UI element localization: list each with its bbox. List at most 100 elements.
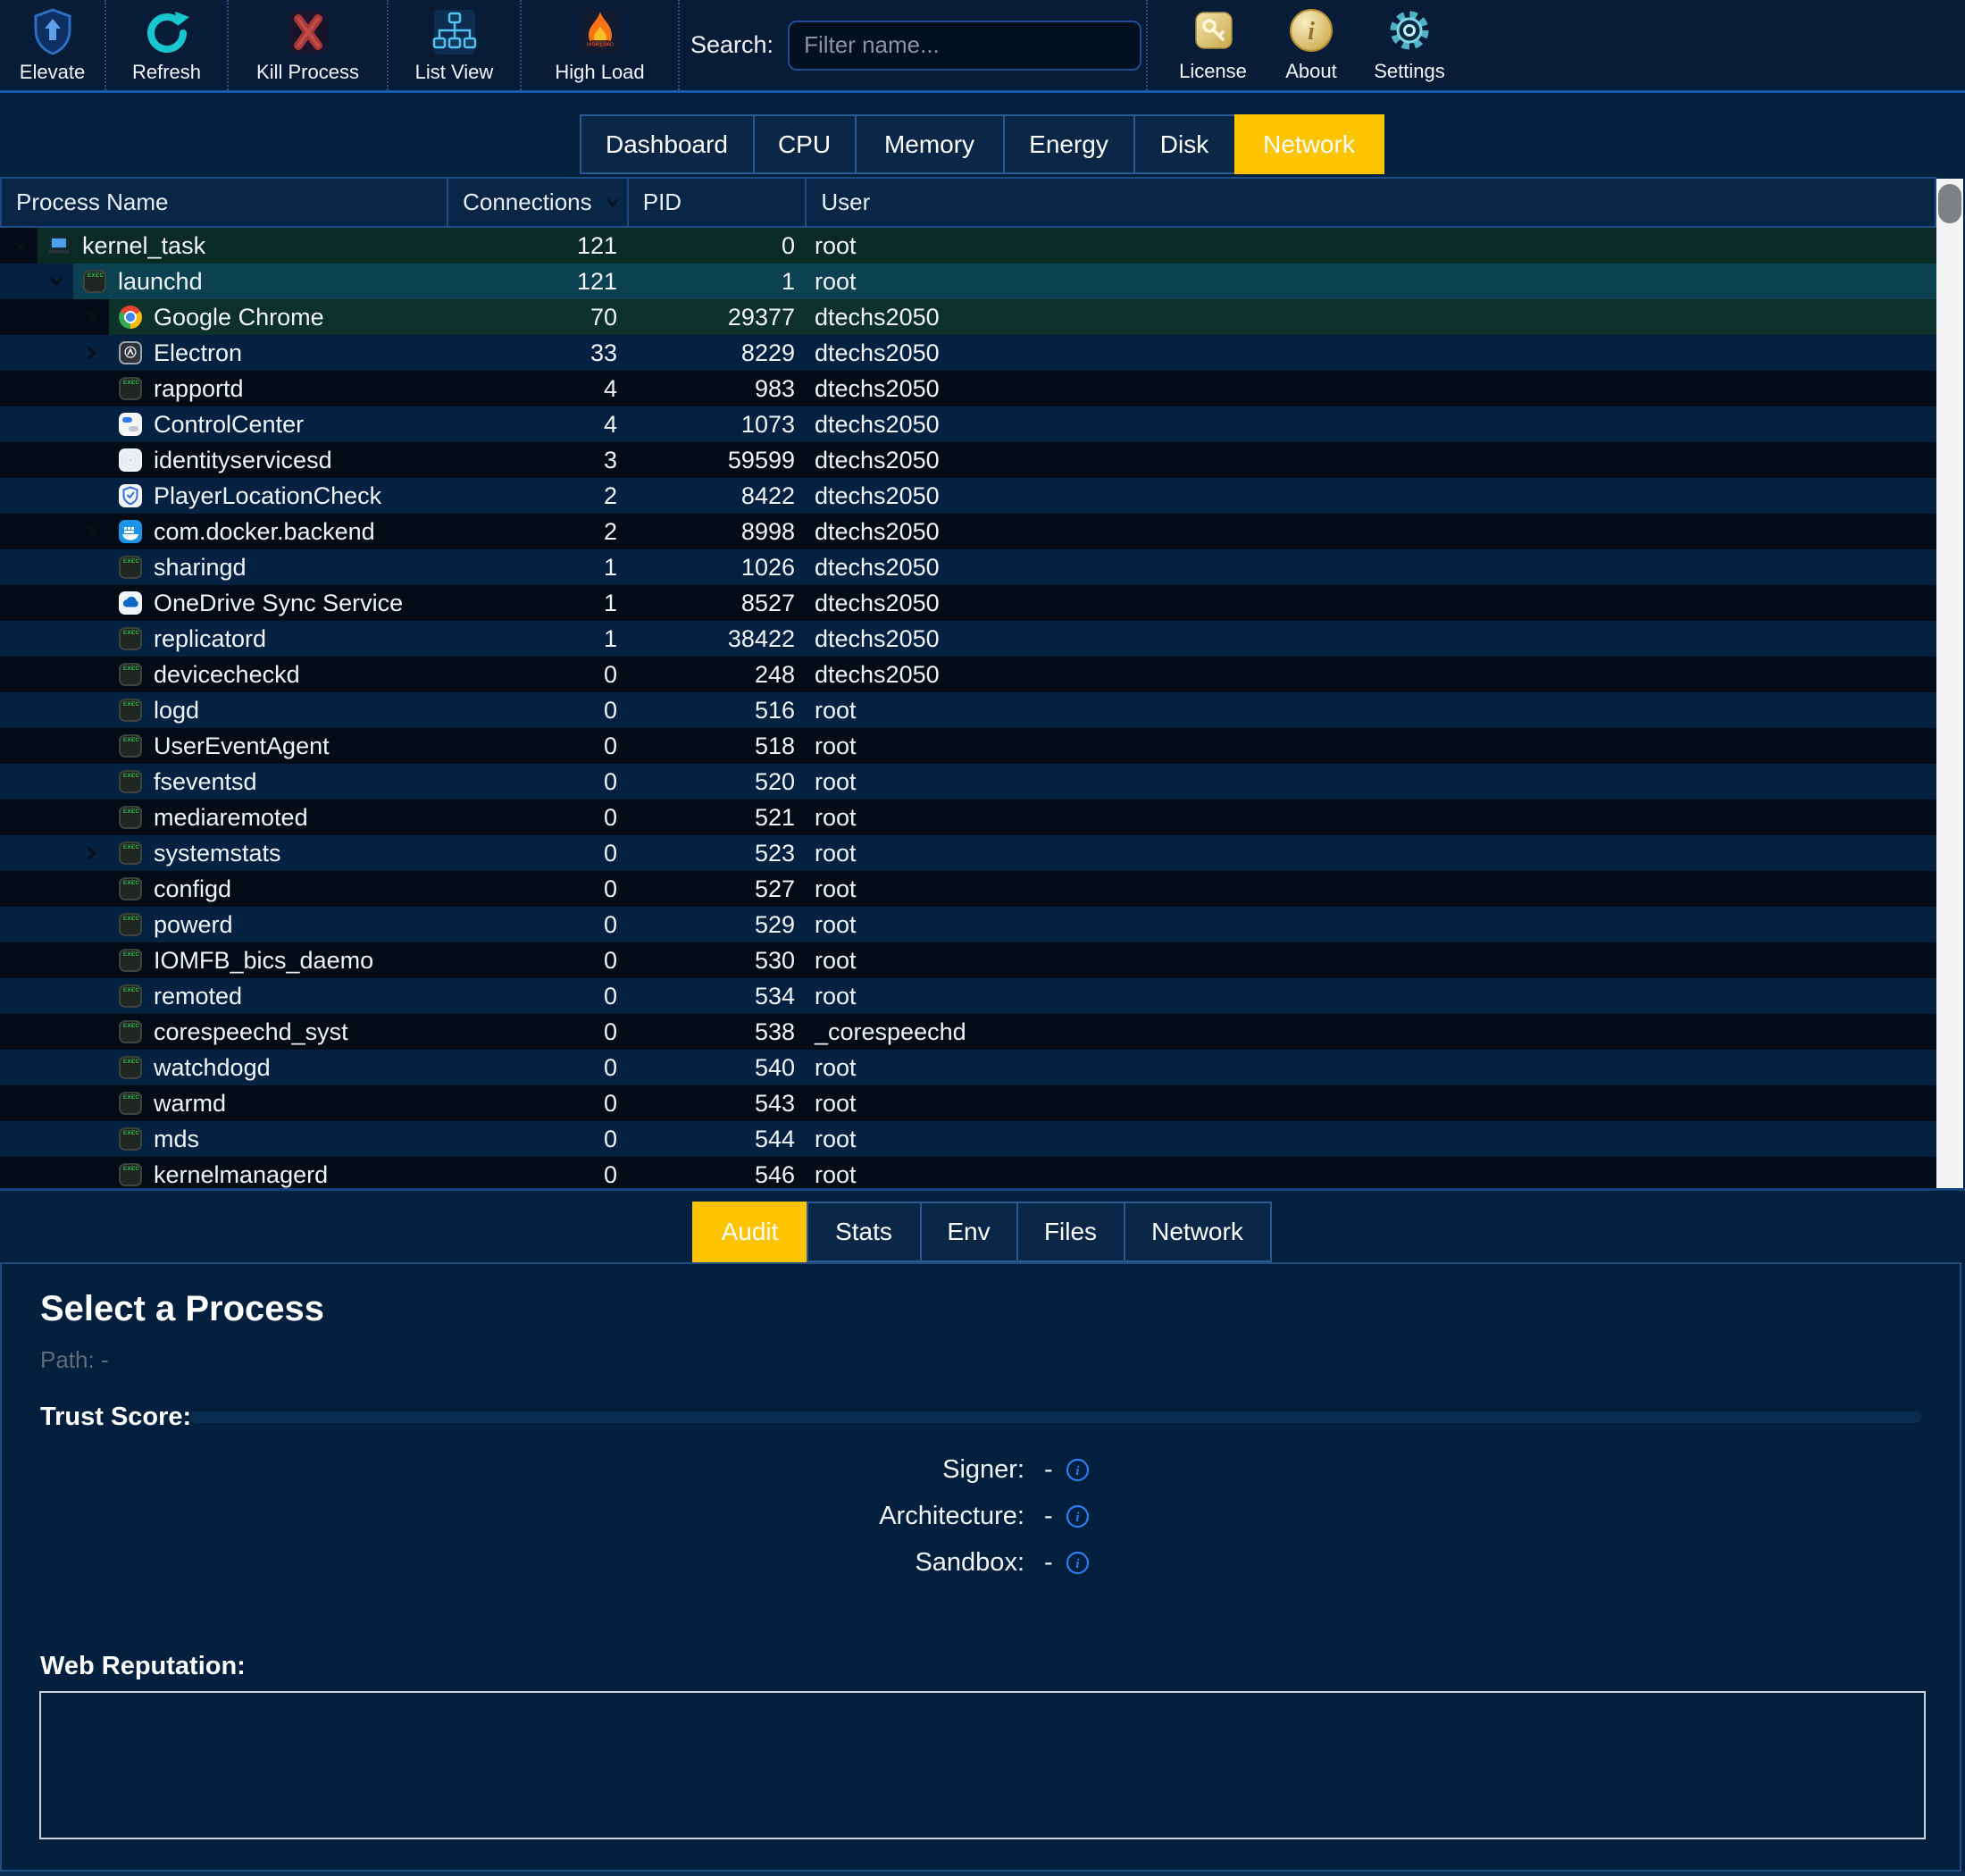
table-row[interactable]: EXECUserEventAgent0518root <box>0 728 1936 764</box>
connections-value: 0 <box>451 907 617 942</box>
table-row[interactable]: Electron338229dtechs2050 <box>0 335 1936 371</box>
search-input[interactable] <box>788 21 1141 71</box>
refresh-button[interactable]: Refresh <box>106 0 229 90</box>
table-row[interactable]: OneDrive Sync Service18527dtechs2050 <box>0 585 1936 621</box>
table-row[interactable]: EXECremoted0534root <box>0 978 1936 1014</box>
table-row[interactable]: EXECwatchdogd0540root <box>0 1050 1936 1085</box>
user-value: root <box>815 1085 857 1121</box>
pid-value: 538 <box>630 1014 795 1050</box>
license-icon <box>1188 7 1238 57</box>
about-button[interactable]: i About <box>1262 0 1360 90</box>
user-value: dtechs2050 <box>815 514 940 549</box>
svg-text:HIGH LOAD: HIGH LOAD <box>586 43 613 48</box>
tab-energy[interactable]: Energy <box>1003 114 1135 174</box>
table-row[interactable]: EXECwarmd0543root <box>0 1085 1936 1121</box>
user-value: dtechs2050 <box>815 478 940 514</box>
architecture-info-icon[interactable]: i <box>1066 1504 1090 1528</box>
kill-process-icon <box>283 6 333 58</box>
tab-cpu[interactable]: CPU <box>753 114 857 174</box>
table-row[interactable]: PlayerLocationCheck28422dtechs2050 <box>0 478 1936 514</box>
detail-tab-env[interactable]: Env <box>920 1202 1018 1262</box>
detail-tab-network[interactable]: Network <box>1124 1202 1272 1262</box>
sandbox-info-icon[interactable]: i <box>1066 1551 1090 1575</box>
elevate-shield-icon <box>28 6 78 58</box>
table-row[interactable]: EXECrapportd4983dtechs2050 <box>0 371 1936 406</box>
connections-value: 0 <box>451 1050 617 1085</box>
detail-tab-files[interactable]: Files <box>1016 1202 1125 1262</box>
svg-text:i: i <box>1075 1557 1080 1571</box>
table-row[interactable]: identityservicesd359599dtechs2050 <box>0 442 1936 478</box>
pid-value: 521 <box>630 800 795 835</box>
table-row[interactable]: com.docker.backend28998dtechs2050 <box>0 514 1936 549</box>
exec-icon: EXEC <box>119 877 142 900</box>
table-row[interactable]: EXEClogd0516root <box>0 692 1936 728</box>
table-row[interactable]: EXECkernelmanagerd0546root <box>0 1157 1936 1188</box>
exec-icon: EXEC <box>119 627 142 650</box>
tab-network[interactable]: Network <box>1234 114 1384 174</box>
high-load-button[interactable]: HIGH LOAD High Load <box>522 0 680 90</box>
table-row[interactable]: EXECsharingd11026dtechs2050 <box>0 549 1936 585</box>
table-row[interactable]: EXECfseventsd0520root <box>0 764 1936 800</box>
web-reputation-box <box>39 1691 1926 1839</box>
chevron-right-icon[interactable] <box>84 845 100 861</box>
license-button[interactable]: License <box>1164 0 1262 90</box>
table-row[interactable]: kernel_task1210root <box>0 228 1936 264</box>
pid-value: 534 <box>630 978 795 1014</box>
scrollbar-thumb[interactable] <box>1938 184 1961 223</box>
column-header-pid[interactable]: PID <box>629 179 807 226</box>
chevron-down-icon[interactable] <box>48 273 64 289</box>
svg-text:i: i <box>1075 1511 1080 1525</box>
connections-value: 4 <box>451 406 617 442</box>
column-header-user[interactable]: User <box>807 179 1935 226</box>
chevron-right-icon[interactable] <box>84 345 100 361</box>
sort-down-icon <box>605 195 621 211</box>
process-name: logd <box>154 697 199 724</box>
table-row[interactable]: EXECdevicecheckd0248dtechs2050 <box>0 657 1936 692</box>
tab-memory[interactable]: Memory <box>855 114 1005 174</box>
table-row[interactable]: ControlCenter41073dtechs2050 <box>0 406 1936 442</box>
column-header-connections[interactable]: Connections <box>448 179 629 226</box>
chevron-right-icon[interactable] <box>84 309 100 325</box>
pid-value: 248 <box>630 657 795 692</box>
column-header-process-name[interactable]: Process Name <box>2 179 448 226</box>
process-name: systemstats <box>154 840 281 867</box>
list-view-button[interactable]: List View <box>389 0 522 90</box>
kill-process-button[interactable]: Kill Process <box>229 0 389 90</box>
table-row[interactable]: Google Chrome7029377dtechs2050 <box>0 299 1936 335</box>
process-name: remoted <box>154 983 242 1010</box>
table-row[interactable]: EXECmds0544root <box>0 1121 1936 1157</box>
table-row[interactable]: EXECcorespeechd_syst0538_corespeechd <box>0 1014 1936 1050</box>
pid-value: 530 <box>630 942 795 978</box>
user-value: root <box>815 764 857 800</box>
signer-row: Signer: - i <box>2 1453 1090 1486</box>
scrollbar-track[interactable] <box>1936 179 1963 1188</box>
detail-tab-audit[interactable]: Audit <box>692 1202 808 1262</box>
exec-icon: EXEC <box>83 270 106 293</box>
tab-disk[interactable]: Disk <box>1133 114 1236 174</box>
chevron-right-icon[interactable] <box>84 523 100 540</box>
elevate-button[interactable]: Elevate <box>0 0 106 90</box>
table-row[interactable]: EXECmediaremoted0521root <box>0 800 1936 835</box>
exec-icon: EXEC <box>119 1092 142 1115</box>
chevron-down-icon[interactable] <box>13 238 29 254</box>
table-row[interactable]: EXECIOMFB_bics_daemo0530root <box>0 942 1936 978</box>
signer-info-icon[interactable]: i <box>1066 1458 1090 1482</box>
process-name: watchdogd <box>154 1054 271 1082</box>
pid-value: 8229 <box>630 335 795 371</box>
detail-tabbar: AuditStatsEnvFilesNetwork <box>0 1202 1965 1262</box>
process-name: powerd <box>154 911 233 939</box>
table-row[interactable]: EXECconfigd0527root <box>0 871 1936 907</box>
table-row[interactable]: EXECpowerd0529root <box>0 907 1936 942</box>
pid-value: 983 <box>630 371 795 406</box>
table-row[interactable]: EXECreplicatord138422dtechs2050 <box>0 621 1936 657</box>
settings-button[interactable]: Settings <box>1360 0 1459 90</box>
exec-icon: EXEC <box>119 1163 142 1186</box>
pid-value: 1026 <box>630 549 795 585</box>
tab-dashboard[interactable]: Dashboard <box>580 114 755 174</box>
detail-tab-stats[interactable]: Stats <box>807 1202 922 1262</box>
connections-value: 0 <box>451 978 617 1014</box>
table-row[interactable]: EXECsystemstats0523root <box>0 835 1936 871</box>
connections-value: 0 <box>451 1121 617 1157</box>
user-value: root <box>815 835 857 871</box>
table-row[interactable]: EXEClaunchd1211root <box>0 264 1936 299</box>
